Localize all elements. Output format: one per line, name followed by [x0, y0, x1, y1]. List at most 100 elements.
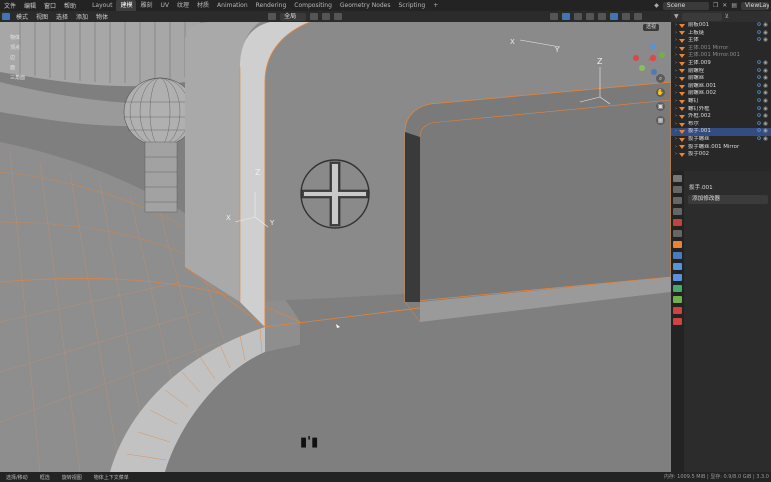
pivot-icon[interactable]: [310, 13, 319, 20]
tab-geometry-nodes[interactable]: Geometry Nodes: [336, 0, 395, 11]
outliner-row[interactable]: › 螺钉 ⚙ ◉: [671, 98, 771, 106]
outliner-row[interactable]: › 扳手螺丝 ⚙ ◉: [671, 136, 771, 144]
transform-orientation-icon: [268, 13, 277, 20]
mesh-icon: [679, 76, 685, 81]
world-tab-icon[interactable]: [673, 230, 682, 237]
tab-uv[interactable]: UV: [157, 0, 174, 11]
outliner-row[interactable]: › 螺钉外框 ⚙ ◉: [671, 106, 771, 114]
modifier-icon: ⚙: [756, 113, 762, 120]
outliner-row[interactable]: › 主体 ⚙ ◉: [671, 37, 771, 45]
snap-icon[interactable]: [322, 13, 331, 20]
filter-funnel-icon[interactable]: ⊻: [725, 13, 729, 20]
zoom-icon[interactable]: ⌕: [656, 74, 665, 83]
tab-animation[interactable]: Animation: [213, 0, 252, 11]
gizmo-icon[interactable]: [562, 13, 571, 20]
modifier-icon: ⚙: [756, 22, 762, 28]
visibility-icon: ◉: [763, 75, 768, 82]
stat-objects: 物体: [10, 35, 21, 41]
outliner-row[interactable]: › 上板链 ⚙ ◉: [671, 30, 771, 38]
view-layer-tab-icon[interactable]: [673, 208, 682, 215]
menu-view[interactable]: 视图: [34, 12, 50, 21]
output-tab-icon[interactable]: [673, 197, 682, 204]
mode-selector[interactable]: 模式: [14, 12, 30, 21]
mesh-icon: [679, 46, 685, 51]
tab-layout[interactable]: Layout: [88, 0, 116, 11]
texture-tab-icon[interactable]: [673, 318, 682, 325]
outliner-row-selected[interactable]: › 扳手.001 ⚙ ◉: [671, 128, 771, 136]
modifier-tab-icon[interactable]: [673, 252, 682, 259]
xray-icon[interactable]: [586, 13, 595, 20]
add-workspace-button[interactable]: +: [429, 0, 442, 11]
particles-tab-icon[interactable]: [673, 263, 682, 270]
material-tab-icon[interactable]: [673, 307, 682, 314]
outliner-row[interactable]: › 前螺栓 ⚙ ◉: [671, 68, 771, 76]
wireframe-shading-icon[interactable]: [598, 13, 607, 20]
outliner-row[interactable]: › 主体.001 Mirror: [671, 45, 771, 53]
mesh-icon: [679, 137, 685, 142]
render-tab-icon[interactable]: [673, 186, 682, 193]
camera-view-icon[interactable]: ▣: [656, 102, 665, 111]
ortho-toggle-icon[interactable]: ▦: [656, 116, 665, 125]
solid-shading-icon[interactable]: [610, 13, 619, 20]
outliner-row[interactable]: › 布尔 ⚙ ◉: [671, 121, 771, 129]
tab-rendering[interactable]: Rendering: [252, 0, 291, 11]
menu-window[interactable]: 窗口: [40, 1, 60, 10]
outliner-row[interactable]: › 前螺丝 ⚙ ◉: [671, 75, 771, 83]
tab-texture[interactable]: 纹理: [173, 0, 193, 11]
material-shading-icon[interactable]: [622, 13, 631, 20]
outliner-row[interactable]: › 外框.002 ⚙ ◉: [671, 113, 771, 121]
data-tab-icon[interactable]: [673, 296, 682, 303]
object-tab-icon[interactable]: [673, 241, 682, 248]
axis-z-label-2: Z: [597, 57, 603, 66]
mesh-icon: [679, 84, 685, 89]
modifier-icon: ⚙: [756, 29, 762, 36]
close-icon[interactable]: ✕: [722, 2, 727, 9]
modifier-icon: ⚙: [756, 82, 762, 89]
outliner-row[interactable]: › 前螺丝.002 ⚙ ◉: [671, 90, 771, 98]
outliner-row[interactable]: › 前螺丝.001 ⚙ ◉: [671, 83, 771, 91]
tool-tab-icon[interactable]: [673, 175, 682, 182]
constraints-tab-icon[interactable]: [673, 285, 682, 292]
outliner-row[interactable]: › 扳手002: [671, 151, 771, 159]
modifier-icon: ⚙: [756, 75, 762, 82]
tab-compositing[interactable]: Compositing: [290, 0, 336, 11]
tab-scripting[interactable]: Scripting: [395, 0, 430, 11]
menu-select[interactable]: 选择: [54, 12, 70, 21]
proportional-icon[interactable]: [334, 13, 343, 20]
render-shading-icon[interactable]: [634, 13, 643, 20]
outliner-row[interactable]: › 主体.009 ⚙ ◉: [671, 60, 771, 68]
status-symbol: ▮'▮: [300, 435, 318, 450]
add-modifier-button[interactable]: 添加修改器: [688, 195, 768, 204]
visibility-icon: ◉: [763, 97, 768, 104]
outliner-row[interactable]: › 扳手螺丝.001 Mirror: [671, 144, 771, 152]
editor-type-icon[interactable]: [2, 13, 10, 20]
menu-object[interactable]: 物体: [94, 12, 110, 21]
scene-selector[interactable]: Scene: [662, 1, 709, 10]
copy-icon[interactable]: ❐: [713, 2, 718, 9]
transform-orientation-selector[interactable]: 全局: [280, 12, 307, 21]
tab-modeling[interactable]: 建模: [116, 0, 137, 11]
status-context-menu: 物体上下文菜单: [93, 474, 129, 481]
3d-viewport[interactable]: Z X Y Z X Y ▮'▮ 物体 顶点 边 面 三角面 透视 ⌕ ✋ ▣ ▦: [0, 22, 671, 472]
mesh-icon: [679, 130, 685, 135]
menu-add[interactable]: 添加: [74, 12, 90, 21]
pan-icon[interactable]: ✋: [656, 88, 665, 97]
visibility-icon[interactable]: [550, 13, 559, 20]
properties-tabs: [671, 171, 684, 472]
overlay-icon[interactable]: [574, 13, 583, 20]
scene-tab-icon[interactable]: [673, 219, 682, 226]
outliner-filter-icon[interactable]: ▼: [674, 13, 679, 20]
status-memory: 内存: 1009.5 MiB | 显存: 0.9/8.0 GiB | 3.3.0: [663, 474, 769, 480]
menu-file[interactable]: 文件: [0, 1, 20, 10]
scene-icon: ◆: [654, 2, 659, 9]
outliner-search-input[interactable]: [681, 12, 722, 21]
menu-help[interactable]: 帮助: [60, 1, 80, 10]
outliner-row[interactable]: › 主体.001 Mirror.001: [671, 52, 771, 60]
tab-shading[interactable]: 材质: [193, 0, 213, 11]
menu-edit[interactable]: 编辑: [20, 1, 40, 10]
view-layer-selector[interactable]: ViewLaye: [741, 1, 769, 10]
tab-sculpting[interactable]: 雕刻: [136, 0, 156, 11]
outliner-row[interactable]: › 前板001 ⚙ ◉: [671, 22, 771, 30]
axis-z-label: Z: [255, 168, 261, 177]
physics-tab-icon[interactable]: [673, 274, 682, 281]
